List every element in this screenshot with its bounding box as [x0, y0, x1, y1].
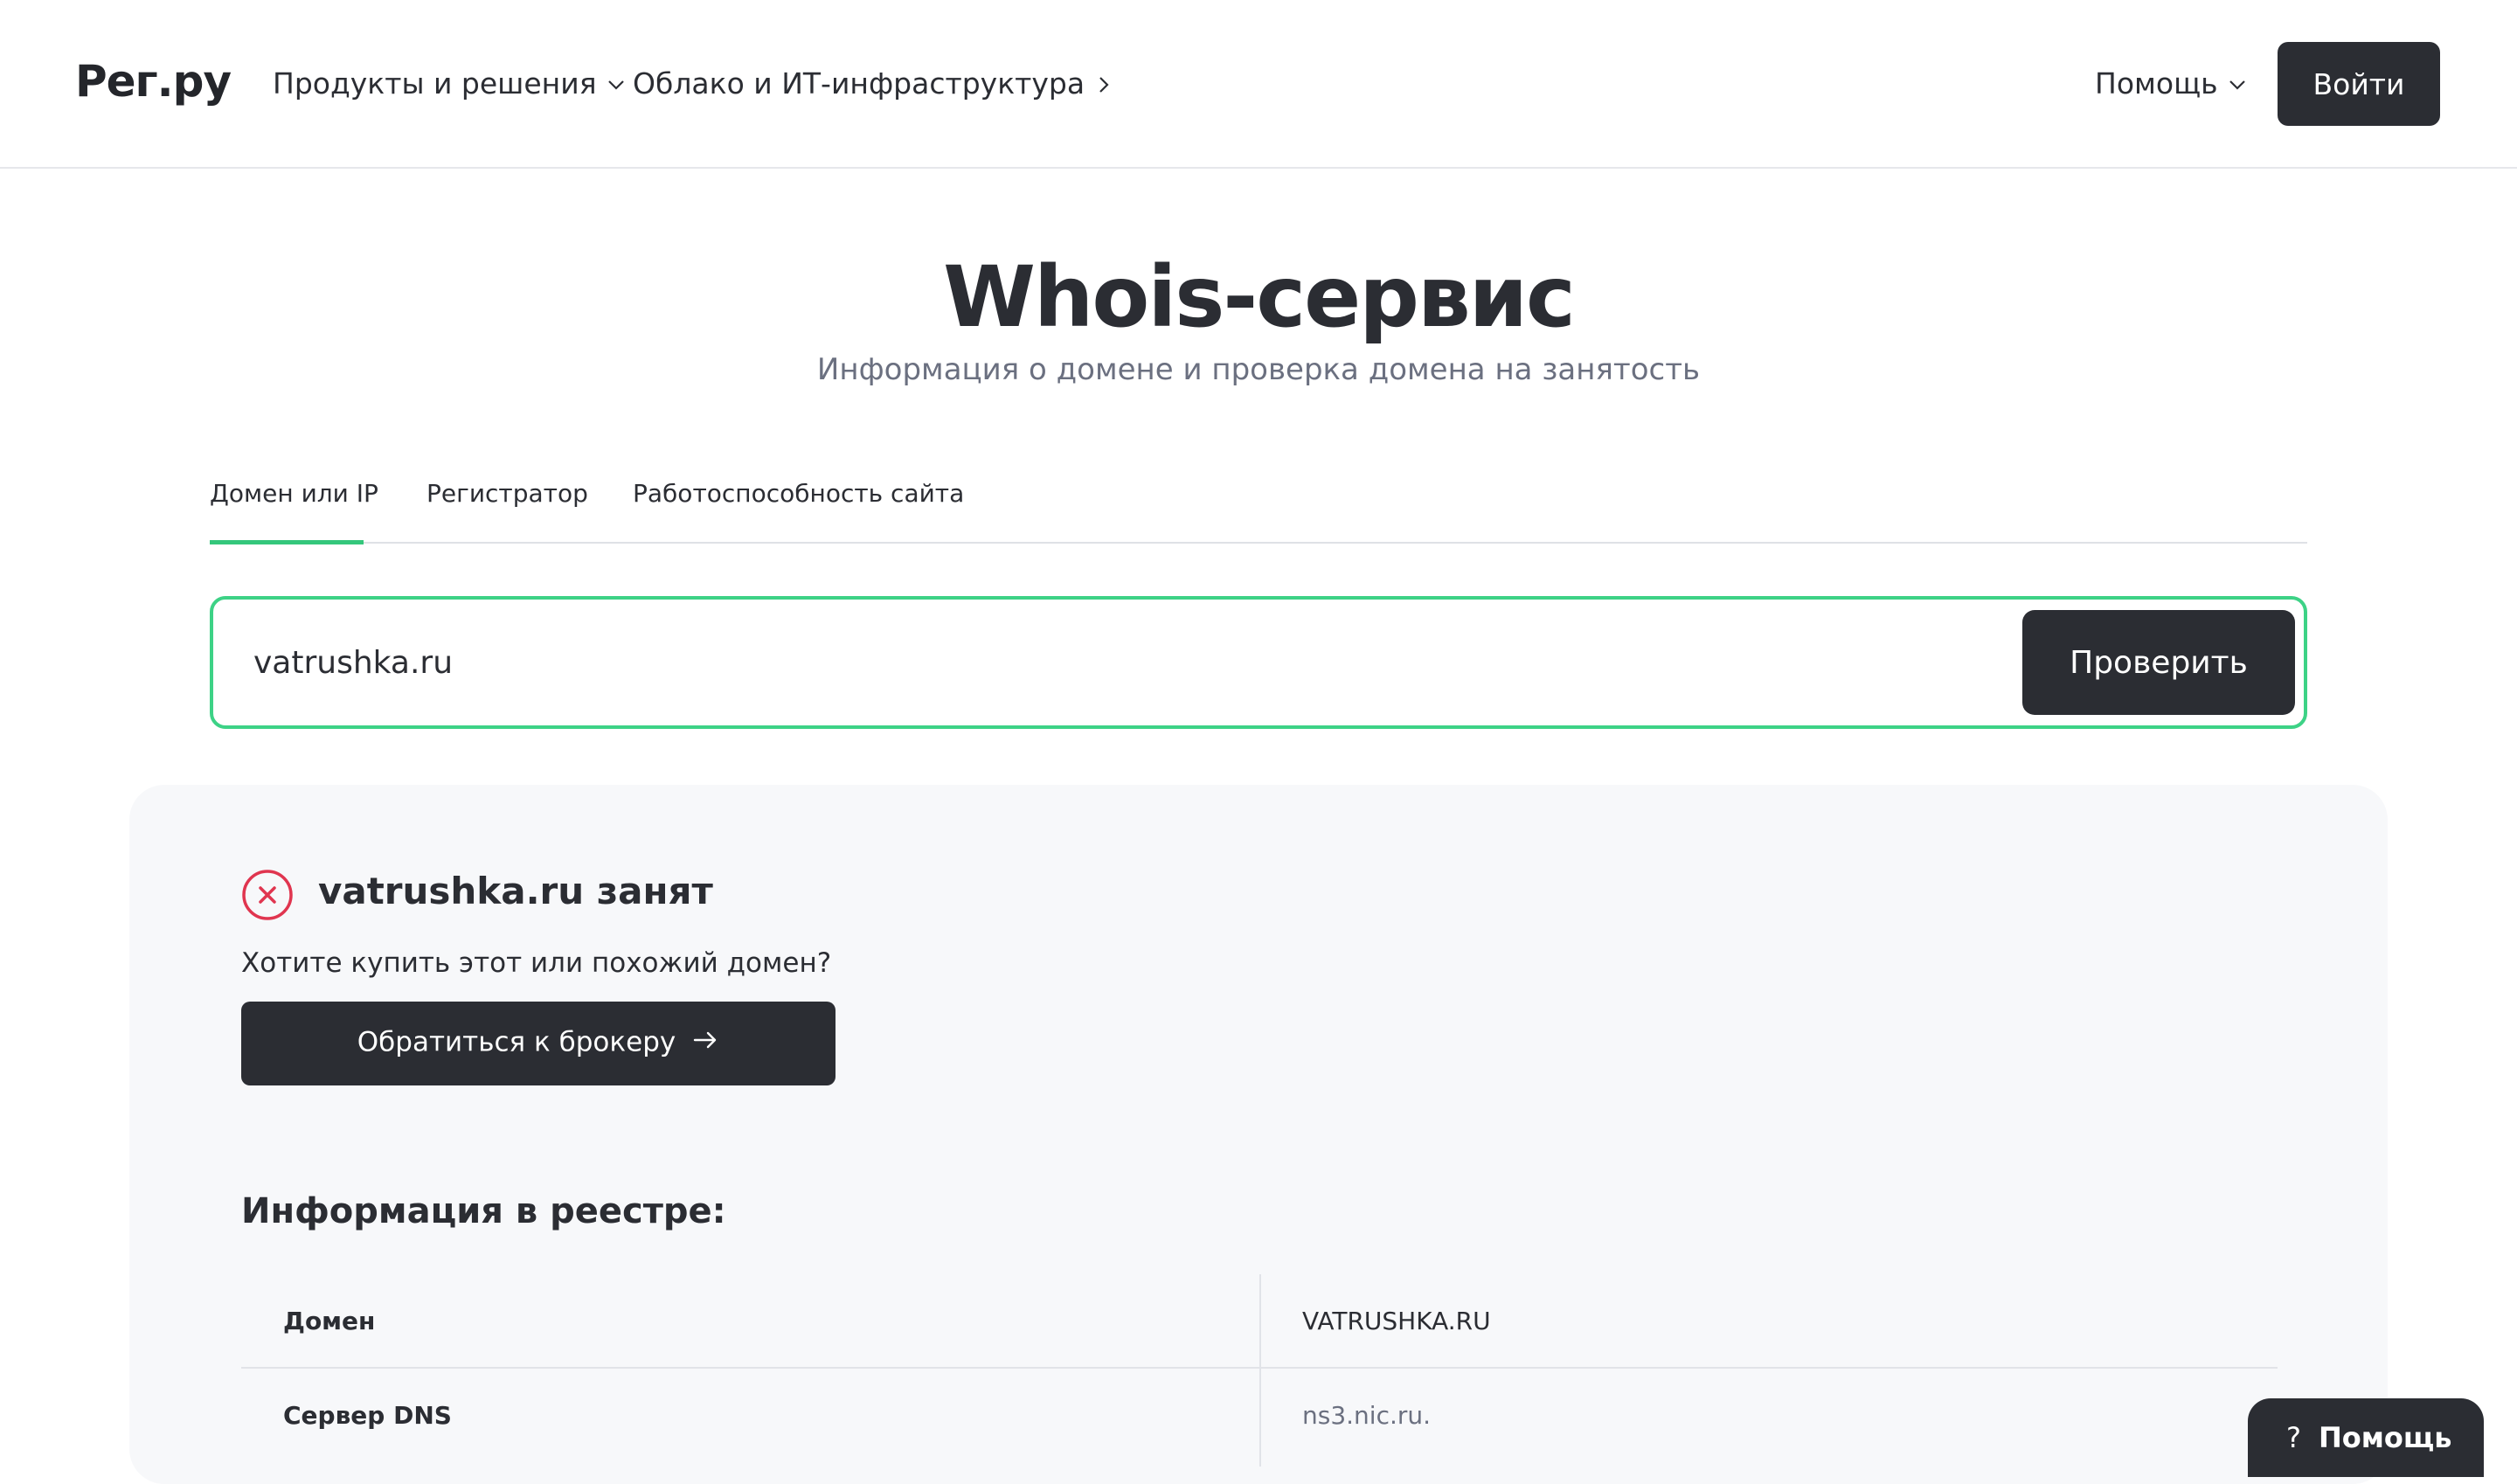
registry-table: Домен VATRUSHKA.RU Сервер DNS ns3.nic.ru…	[241, 1274, 2278, 1467]
tab-registrar[interactable]: Регистратор	[426, 463, 588, 544]
domain-search-input[interactable]	[252, 626, 2087, 699]
row-key: Домен	[283, 1307, 376, 1335]
chevron-right-icon	[1093, 63, 1114, 108]
chevron-down-icon	[606, 63, 627, 108]
row-value: VATRUSHKA.RU	[1302, 1307, 1491, 1335]
tab-bar: Домен или IP Регистратор Работоспособнос…	[210, 463, 2307, 544]
buy-question: Хотите купить этот или похожий домен?	[241, 947, 832, 979]
question-icon: ?	[2286, 1421, 2301, 1454]
table-row: Домен VATRUSHKA.RU	[241, 1274, 2278, 1369]
floating-help-button[interactable]: ? Помощь	[2248, 1398, 2484, 1477]
nav-help[interactable]: Помощь	[2095, 61, 2248, 107]
result-panel: vatrushka.ru занят Хотите купить этот ил…	[129, 785, 2388, 1484]
chevron-down-icon	[2227, 63, 2248, 108]
page-title: Whois-сервис	[943, 248, 1576, 346]
tab-site-uptime[interactable]: Работоспособность сайта	[633, 463, 964, 544]
registry-title: Информация в реестре:	[241, 1191, 726, 1231]
nav-help-label: Помощь	[2095, 66, 2218, 101]
nav-cloud-label: Облако и ИТ-инфраструктура	[633, 66, 1085, 101]
logo[interactable]: Рег.ру	[75, 51, 232, 112]
floating-help-label: Помощь	[2318, 1421, 2452, 1454]
contact-broker-button[interactable]: Обратиться к брокеру	[241, 1002, 836, 1085]
search-box: Проверить	[210, 596, 2307, 729]
tab-domain-or-ip[interactable]: Домен или IP	[210, 463, 378, 544]
check-button[interactable]: Проверить	[2022, 610, 2295, 715]
page-subtitle: Информация о домене и проверка домена на…	[816, 352, 1701, 387]
login-button[interactable]: Войти	[2278, 42, 2440, 126]
nav-cloud[interactable]: Облако и ИТ-инфраструктура	[633, 61, 1114, 107]
site-header: Рег.ру Продукты и решения Облако и ИТ-ин…	[0, 0, 2517, 169]
domain-status: vatrushka.ru занят	[318, 870, 713, 912]
row-key: Сервер DNS	[283, 1401, 452, 1430]
arrow-right-icon	[691, 1026, 719, 1061]
row-value: ns3.nic.ru.	[1302, 1401, 1432, 1430]
table-row: Сервер DNS ns3.nic.ru.	[241, 1369, 2278, 1463]
error-circle-icon	[241, 869, 294, 921]
contact-broker-label: Обратиться к брокеру	[357, 1026, 676, 1058]
nav-products-label: Продукты и решения	[273, 66, 597, 101]
nav-products[interactable]: Продукты и решения	[273, 61, 627, 107]
